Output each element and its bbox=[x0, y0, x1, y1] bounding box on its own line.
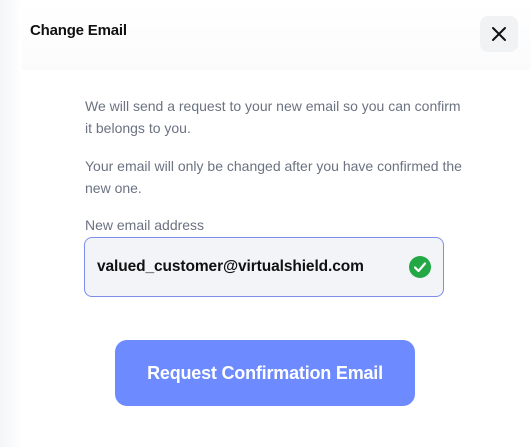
new-email-label: New email address bbox=[85, 217, 205, 233]
new-email-input[interactable]: valued_customer@virtualshield.com bbox=[84, 237, 444, 297]
new-email-value[interactable]: valued_customer@virtualshield.com bbox=[97, 258, 403, 276]
close-button[interactable] bbox=[480, 16, 518, 52]
change-email-dialog: Change Email We will send a request to y… bbox=[0, 0, 530, 447]
description-changed-after: Your email will only be changed after yo… bbox=[85, 158, 462, 196]
check-circle-icon bbox=[409, 256, 431, 278]
close-icon bbox=[492, 27, 506, 41]
dialog-title: Change Email bbox=[30, 22, 127, 39]
dialog-left-shadow bbox=[0, 0, 22, 447]
request-confirmation-button[interactable]: Request Confirmation Email bbox=[115, 340, 415, 406]
description-confirm: We will send a request to your new email… bbox=[85, 98, 461, 136]
